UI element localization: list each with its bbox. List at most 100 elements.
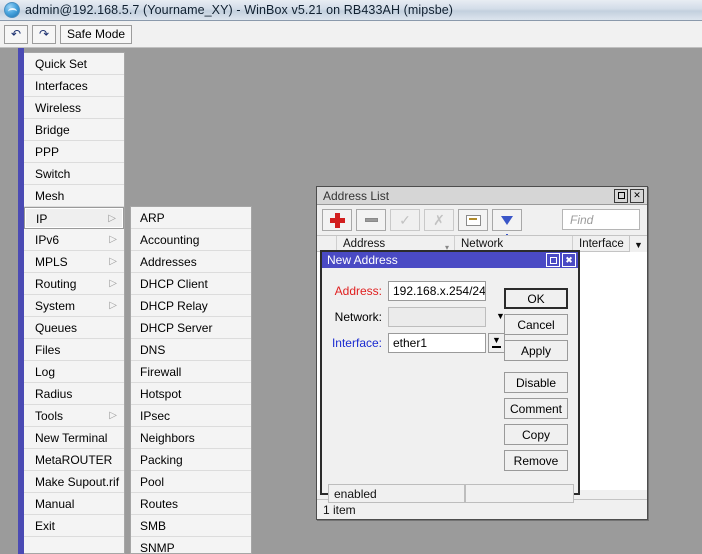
- column-header-label: Interface: [579, 238, 624, 250]
- sidebar-item-label: IP: [36, 212, 48, 226]
- comment-button[interactable]: Comment: [504, 398, 568, 419]
- close-icon[interactable]: ✖: [562, 253, 576, 267]
- address-list-title: Address List: [323, 188, 390, 203]
- sidebar-item-make-supout[interactable]: Make Supout.rif: [24, 471, 124, 493]
- sidebar-item-quick-set[interactable]: Quick Set: [24, 53, 124, 75]
- new-address-title: New Address: [327, 253, 398, 267]
- ip-submenu-item-dhcp-client[interactable]: DHCP Client: [131, 273, 251, 295]
- ip-submenu-item-pool[interactable]: Pool: [131, 471, 251, 493]
- comment-icon: [465, 214, 481, 226]
- sidebar-item-metarouter[interactable]: MetaROUTER: [24, 449, 124, 471]
- enable-button[interactable]: ✓: [390, 209, 420, 231]
- column-header-network[interactable]: Network: [455, 236, 573, 251]
- sidebar-item-mpls[interactable]: MPLS ▷: [24, 251, 124, 273]
- disable-button[interactable]: Disable: [504, 372, 568, 393]
- ip-submenu-item-label: Neighbors: [140, 431, 195, 445]
- sidebar-item-exit[interactable]: Exit: [24, 515, 124, 537]
- window-titlebar: admin@192.168.5.7 (Yourname_XY) - WinBox…: [0, 0, 702, 21]
- ip-submenu-item-label: Pool: [140, 475, 165, 489]
- copy-button[interactable]: Copy: [504, 424, 568, 445]
- ip-submenu-item-packing[interactable]: Packing: [131, 449, 251, 471]
- ip-submenu-item-dhcp-server[interactable]: DHCP Server: [131, 317, 251, 339]
- network-field-label: Network:: [334, 309, 382, 324]
- maximize-square: [617, 192, 625, 199]
- sidebar-item-manual[interactable]: Manual: [24, 493, 124, 515]
- remove-button[interactable]: Remove: [504, 450, 568, 471]
- sidebar-item-switch[interactable]: Switch: [24, 163, 124, 185]
- column-header-status[interactable]: [317, 236, 337, 251]
- sidebar-item-tools[interactable]: Tools ▷: [24, 405, 124, 427]
- ip-submenu-item-accounting[interactable]: Accounting: [131, 229, 251, 251]
- add-button[interactable]: [322, 209, 352, 231]
- network-input[interactable]: [388, 306, 486, 327]
- sidebar-item-label: Manual: [35, 497, 75, 511]
- close-icon[interactable]: ✕: [630, 188, 644, 203]
- ip-submenu-item-dhcp-relay[interactable]: DHCP Relay: [131, 295, 251, 317]
- status-extra-label: [465, 484, 574, 503]
- disable-button[interactable]: ✗: [424, 209, 454, 231]
- ip-submenu-item-routes[interactable]: Routes: [131, 493, 251, 515]
- sidebar-item-bridge[interactable]: Bridge: [24, 119, 124, 141]
- check-icon: ✓: [399, 212, 411, 228]
- sidebar-item-queues[interactable]: Queues: [24, 317, 124, 339]
- sidebar-item-label: Queues: [35, 321, 78, 335]
- app-toolbar: ↶ ↷ Safe Mode: [0, 21, 702, 48]
- column-chooser-button[interactable]: ▼: [629, 236, 647, 253]
- chevron-right-icon: ▷: [109, 256, 117, 267]
- ip-submenu-item-addresses[interactable]: Addresses: [131, 251, 251, 273]
- ip-submenu-item-ipsec[interactable]: IPsec: [131, 405, 251, 427]
- safe-mode-button[interactable]: Safe Mode: [60, 24, 133, 44]
- sidebar-item-label: Exit: [35, 519, 56, 533]
- sidebar-item-new-terminal[interactable]: New Terminal: [24, 427, 124, 449]
- ip-submenu-item-snmp[interactable]: SNMP: [131, 537, 251, 554]
- sidebar-item-system[interactable]: System ▷: [24, 295, 124, 317]
- sidebar-item-files[interactable]: Files: [24, 339, 124, 361]
- chevron-right-icon: ▷: [108, 213, 116, 224]
- address-input[interactable]: 192.168.x.254/24: [388, 280, 486, 301]
- maximize-icon[interactable]: [546, 253, 560, 267]
- sidebar-item-ppp[interactable]: PPP: [24, 141, 124, 163]
- sidebar-item-mesh[interactable]: Mesh: [24, 185, 124, 207]
- undo-button[interactable]: ↶: [4, 24, 28, 44]
- ip-submenu-item-hotspot[interactable]: Hotspot: [131, 383, 251, 405]
- apply-button[interactable]: Apply: [504, 340, 568, 361]
- address-list-titlebar: Address List ✕: [317, 187, 647, 205]
- ip-submenu-item-dns[interactable]: DNS: [131, 339, 251, 361]
- column-header-address[interactable]: Address ▾: [337, 236, 455, 252]
- interface-dropdown-button[interactable]: ▼: [488, 332, 505, 353]
- sidebar-item-ip[interactable]: IP ▷: [24, 207, 124, 229]
- column-header-label: Network: [461, 238, 504, 250]
- filter-button[interactable]: [492, 209, 522, 239]
- sidebar-item-label: New Terminal: [35, 431, 108, 445]
- ip-submenu-item-label: SMB: [140, 519, 167, 533]
- ip-submenu-item-arp[interactable]: ARP: [131, 207, 251, 229]
- ip-submenu-item-neighbors[interactable]: Neighbors: [131, 427, 251, 449]
- ip-submenu-item-label: Accounting: [140, 233, 200, 247]
- add-icon-horizontal: [329, 217, 345, 223]
- new-address-button-column: OK Cancel Apply Disable Comment Copy Rem…: [504, 288, 568, 476]
- window-title: admin@192.168.5.7 (Yourname_XY) - WinBox…: [25, 3, 454, 17]
- redo-button[interactable]: ↷: [32, 24, 56, 44]
- find-input[interactable]: Find: [562, 209, 640, 230]
- interface-input[interactable]: ether1: [388, 332, 486, 353]
- sidebar-item-log[interactable]: Log: [24, 361, 124, 383]
- sidebar-item-wireless[interactable]: Wireless: [24, 97, 124, 119]
- remove-button[interactable]: [356, 209, 386, 231]
- ip-submenu: ARP Accounting Addresses DHCP Client DHC…: [130, 206, 252, 554]
- ip-submenu-item-label: DHCP Relay: [140, 299, 208, 313]
- comment-button[interactable]: [458, 209, 488, 231]
- ok-button[interactable]: OK: [504, 288, 568, 309]
- sidebar-item-routing[interactable]: Routing ▷: [24, 273, 124, 295]
- ip-submenu-item-label: DHCP Client: [140, 277, 208, 291]
- sidebar-item-label: IPv6: [35, 233, 60, 247]
- sidebar-item-interfaces[interactable]: Interfaces: [24, 75, 124, 97]
- ip-submenu-item-smb[interactable]: SMB: [131, 515, 251, 537]
- cancel-button[interactable]: Cancel: [504, 314, 568, 335]
- sidebar-item-radius[interactable]: Radius: [24, 383, 124, 405]
- new-address-status-bar: enabled: [328, 484, 574, 503]
- ip-submenu-item-firewall[interactable]: Firewall: [131, 361, 251, 383]
- column-header-interface[interactable]: Interface: [573, 236, 631, 251]
- sidebar-item-ipv6[interactable]: IPv6 ▷: [24, 229, 124, 251]
- maximize-icon[interactable]: [614, 188, 628, 203]
- status-enabled-label: enabled: [328, 484, 465, 503]
